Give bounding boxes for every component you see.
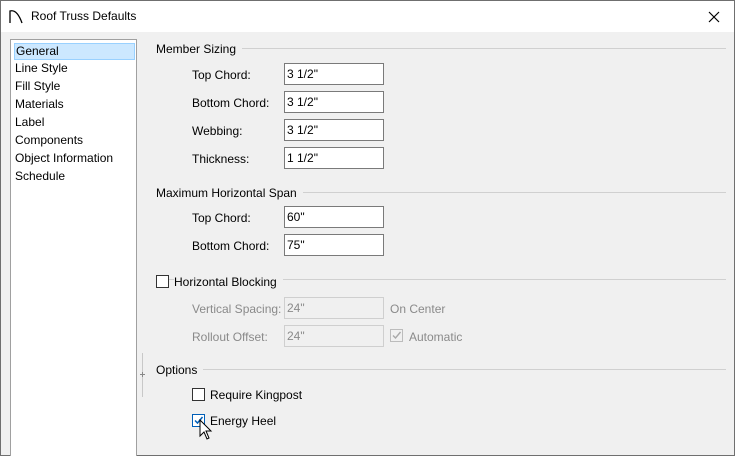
sidebar-item-materials[interactable]: Materials [14, 97, 65, 114]
options-divider [156, 369, 726, 370]
category-list[interactable]: General Line Style Fill Style Materials … [10, 39, 137, 456]
dialog-window: Roof Truss Defaults General Line Style F… [0, 0, 735, 456]
sidebar-item-components[interactable]: Components [14, 133, 84, 150]
thickness-label: Thickness: [192, 152, 250, 166]
webbing-size-field[interactable]: 3 1/2" [284, 119, 384, 141]
horizontal-blocking-label: Horizontal Blocking [174, 275, 283, 289]
bottom-chord-size-field[interactable]: 3 1/2" [284, 91, 384, 113]
close-button[interactable] [694, 1, 734, 32]
options-heading: Options [156, 363, 204, 377]
splitter-grip-icon[interactable] [140, 372, 145, 377]
require-kingpost-checkbox[interactable] [192, 388, 205, 401]
sidebar-item-general[interactable]: General [14, 43, 135, 60]
require-kingpost-label: Require Kingpost [210, 388, 303, 402]
sidebar-item-object-information[interactable]: Object Information [14, 151, 114, 168]
top-chord-size-field[interactable]: 3 1/2" [284, 63, 384, 85]
vertical-spacing-field[interactable]: 24" [284, 297, 384, 319]
thickness-field[interactable]: 1 1/2" [284, 147, 384, 169]
title-bar[interactable]: Roof Truss Defaults [1, 1, 734, 32]
window-title: Roof Truss Defaults [31, 9, 137, 23]
energy-heel-label: Energy Heel [210, 414, 277, 428]
on-center-label: On Center [390, 302, 446, 316]
bottom-chord-label: Bottom Chord: [192, 96, 270, 110]
span-top-chord-label: Top Chord: [192, 211, 251, 225]
automatic-label: Automatic [409, 330, 463, 344]
sidebar-item-fill-style[interactable]: Fill Style [14, 79, 61, 96]
close-icon [708, 11, 720, 22]
horizontal-blocking-checkbox[interactable] [156, 275, 169, 288]
mouse-pointer-icon [199, 419, 213, 440]
span-bottom-chord-label: Bottom Chord: [192, 239, 270, 253]
check-icon [392, 331, 402, 340]
automatic-checkbox[interactable] [390, 329, 403, 342]
span-bottom-chord-field[interactable]: 75" [284, 234, 384, 256]
span-top-chord-field[interactable]: 60" [284, 206, 384, 228]
roof-curve-icon [9, 10, 23, 24]
top-chord-label: Top Chord: [192, 68, 251, 82]
rollout-offset-label: Rollout Offset: [192, 330, 268, 344]
sidebar-item-schedule[interactable]: Schedule [14, 169, 66, 186]
member-sizing-heading: Member Sizing [156, 42, 243, 56]
rollout-offset-field[interactable]: 24" [284, 325, 384, 347]
sidebar-item-line-style[interactable]: Line Style [14, 61, 69, 78]
webbing-label: Webbing: [192, 124, 243, 138]
vertical-spacing-label: Vertical Spacing: [192, 302, 282, 316]
sidebar-item-label[interactable]: Label [14, 115, 45, 132]
max-span-heading: Maximum Horizontal Span [156, 186, 303, 200]
